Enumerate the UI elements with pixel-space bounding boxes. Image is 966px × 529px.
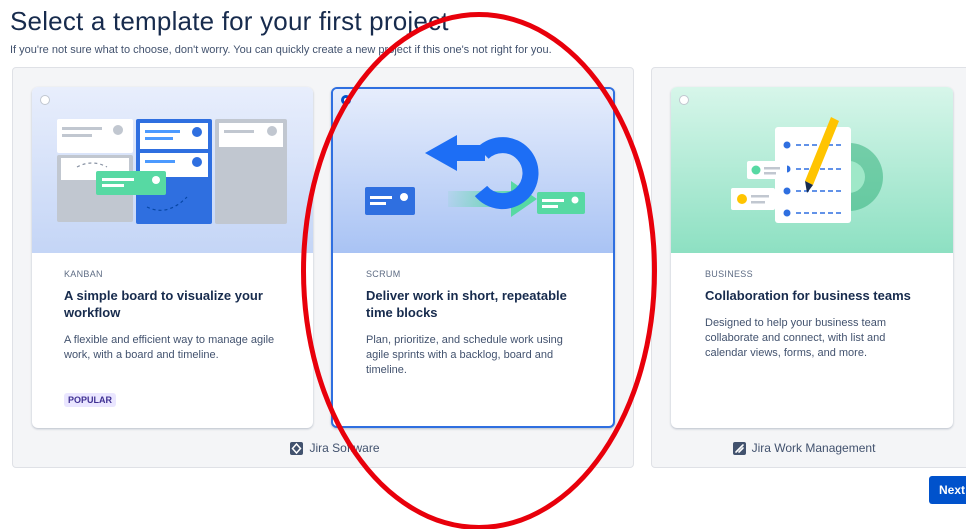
scrum-radio[interactable] — [341, 95, 351, 105]
jira-software-footer: Jira Software — [13, 441, 633, 455]
jira-software-label: Jira Software — [309, 441, 380, 455]
jira-work-management-label: Jira Work Management — [751, 441, 876, 455]
kanban-title: A simple board to visualize your workflo… — [64, 288, 263, 320]
kanban-illustration — [32, 87, 313, 253]
business-radio[interactable] — [679, 95, 689, 105]
scrum-description: Plan, prioritize, and schedule work usin… — [366, 334, 563, 376]
scrum-illustration — [333, 89, 613, 253]
kanban-description: A flexible and efficient way to manage a… — [64, 334, 275, 361]
scrum-card-body: SCRUM Deliver work in short, repeatable … — [333, 253, 613, 378]
kanban-type-label: KANBAN — [64, 269, 103, 279]
kanban-radio[interactable] — [40, 95, 50, 105]
jira-software-icon — [290, 441, 304, 455]
jira-work-management-footer: Jira Work Management — [652, 441, 966, 455]
business-description: Designed to help your business team coll… — [705, 317, 886, 359]
business-illustration — [671, 87, 953, 253]
scrum-type-label: SCRUM — [366, 269, 401, 279]
jira-work-management-icon — [732, 441, 746, 455]
next-button[interactable]: Next — [929, 476, 966, 504]
business-card-body: BUSINESS Collaboration for business team… — [671, 253, 953, 361]
kanban-template-card[interactable]: KANBAN A simple board to visualize your … — [32, 87, 313, 428]
scrum-template-card[interactable]: SCRUM Deliver work in short, repeatable … — [331, 87, 615, 428]
business-type-label: BUSINESS — [705, 269, 753, 279]
page-subtitle: If you're not sure what to choose, don't… — [10, 44, 552, 56]
popular-badge: POPULAR — [64, 393, 117, 407]
page-title: Select a template for your first project — [10, 6, 449, 36]
business-title: Collaboration for business teams — [705, 288, 911, 303]
business-template-card[interactable]: BUSINESS Collaboration for business team… — [671, 87, 953, 428]
kanban-card-body: KANBAN A simple board to visualize your … — [32, 253, 313, 408]
scrum-title: Deliver work in short, repeatable time b… — [366, 288, 567, 320]
